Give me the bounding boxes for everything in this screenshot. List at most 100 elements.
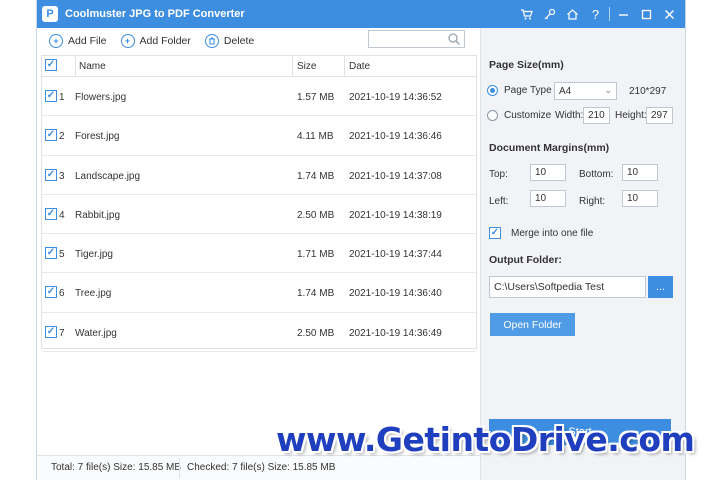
page-type-value: A4 [559, 86, 572, 97]
file-size: 1.74 MB [297, 288, 335, 300]
toolbar: + Add File + Add Folder Delete [37, 28, 477, 54]
page-type-select[interactable]: A4 ⌄ [554, 82, 617, 100]
file-name: Rabbit.jpg [75, 209, 121, 221]
table-row[interactable]: ✓ 7 Water.jpg 2.50 MB 2021-10-19 14:36:4… [42, 313, 476, 353]
column-header-size[interactable]: Size [297, 61, 316, 72]
title-bar: P Coolmuster JPG to PDF Converter ? [37, 0, 685, 28]
output-path-field[interactable]: C:\Users\Softpedia Test [489, 276, 646, 298]
home-icon[interactable] [561, 0, 584, 28]
table-row[interactable]: ✓ 5 Tiger.jpg 1.71 MB 2021-10-19 14:37:4… [42, 234, 476, 274]
open-folder-button[interactable]: Open Folder [490, 313, 575, 336]
chevron-down-icon: ⌄ [604, 85, 612, 95]
file-date: 2021-10-19 14:36:46 [349, 131, 442, 143]
right-margin-field[interactable]: 10 [622, 190, 658, 207]
column-divider [344, 56, 345, 76]
row-number: 4 [59, 209, 65, 221]
width-field[interactable]: 210 [583, 107, 610, 124]
page-type-dims: 210*297 [629, 86, 667, 97]
add-folder-button[interactable]: + Add Folder [120, 34, 191, 48]
search-input[interactable] [368, 30, 465, 48]
row-checkbox[interactable]: ✓ [45, 325, 57, 338]
column-divider [292, 56, 293, 76]
file-date: 2021-10-19 14:36:49 [349, 327, 442, 339]
row-checkbox[interactable]: ✓ [45, 247, 57, 260]
settings-panel: Page Size(mm) Page Type A4 ⌄ 210*297 Cus… [480, 28, 685, 480]
title-separator [609, 7, 610, 21]
file-date: 2021-10-19 14:36:52 [349, 92, 442, 103]
column-header-date[interactable]: Date [349, 61, 370, 72]
add-file-label: Add File [68, 35, 107, 47]
browse-button[interactable]: ... [648, 276, 673, 298]
add-file-icon: + [49, 34, 63, 48]
file-name: Forest.jpg [75, 131, 120, 143]
delete-label: Delete [223, 35, 255, 47]
customize-label: Customize [504, 110, 552, 121]
merge-label: Merge into one file [511, 228, 594, 239]
row-number: 2 [59, 131, 65, 143]
add-folder-icon: + [120, 34, 135, 48]
select-all-checkbox[interactable]: ✓ [45, 59, 57, 71]
file-date: 2021-10-19 14:37:44 [349, 249, 442, 261]
search-icon[interactable] [447, 32, 461, 46]
file-size: 1.74 MB [297, 170, 335, 182]
merge-checkbox[interactable]: ✓ [489, 227, 501, 239]
watermark-text: www.GetintoDrive.com [276, 420, 695, 459]
cart-icon[interactable] [515, 0, 538, 28]
file-name: Landscape.jpg [75, 170, 141, 182]
bottom-label: Bottom: [579, 169, 614, 180]
minimize-icon[interactable] [612, 0, 635, 28]
customize-radio[interactable] [487, 110, 498, 121]
app-logo-icon: P [42, 6, 58, 22]
bottom-margin-field[interactable]: 10 [622, 164, 658, 181]
row-number: 7 [59, 327, 65, 339]
status-divider [179, 458, 180, 478]
close-icon[interactable] [658, 0, 681, 28]
file-name: Flowers.jpg [75, 92, 127, 103]
column-header-name[interactable]: Name [79, 61, 106, 72]
column-divider [75, 56, 76, 76]
table-row[interactable]: ✓ 4 Rabbit.jpg 2.50 MB 2021-10-19 14:38:… [42, 195, 476, 235]
file-size: 4.11 MB [297, 131, 334, 143]
file-date: 2021-10-19 14:37:08 [349, 170, 442, 182]
row-checkbox[interactable]: ✓ [45, 207, 57, 220]
file-list: ✓ Name Size Date ✓ 1 Flowers.jpg 1.57 MB… [41, 55, 477, 353]
top-margin-field[interactable]: 10 [530, 164, 566, 181]
row-number: 5 [59, 249, 65, 261]
row-checkbox[interactable]: ✓ [45, 168, 57, 181]
add-folder-label: Add Folder [139, 35, 191, 47]
file-size: 2.50 MB [297, 209, 335, 221]
file-name: Tiger.jpg [75, 249, 113, 261]
add-file-button[interactable]: + Add File [49, 34, 107, 48]
delete-button[interactable]: Delete [204, 34, 255, 48]
table-row[interactable]: ✓ 3 Landscape.jpg 1.74 MB 2021-10-19 14:… [42, 156, 476, 195]
row-checkbox[interactable]: ✓ [45, 90, 57, 102]
maximize-icon[interactable] [635, 0, 658, 28]
table-row[interactable]: ✓ 2 Forest.jpg 4.11 MB 2021-10-19 14:36:… [42, 116, 476, 156]
left-margin-field[interactable]: 10 [530, 190, 566, 207]
right-label: Right: [579, 196, 606, 207]
key-icon[interactable] [538, 0, 561, 28]
file-size: 1.71 MB [297, 249, 335, 261]
row-number: 1 [59, 92, 65, 103]
page-type-label: Page Type [504, 85, 552, 96]
page-size-title: Page Size(mm) [489, 59, 564, 71]
margins-title: Document Margins(mm) [489, 142, 610, 154]
file-name: Tree.jpg [75, 288, 112, 300]
row-checkbox[interactable]: ✓ [45, 129, 57, 142]
top-label: Top: [489, 169, 508, 180]
list-rows: ✓ 1 Flowers.jpg 1.57 MB 2021-10-19 14:36… [42, 77, 476, 353]
page-type-radio[interactable] [487, 85, 498, 96]
help-icon[interactable]: ? [584, 0, 607, 28]
file-size: 1.57 MB [297, 92, 335, 103]
file-size: 2.50 MB [297, 327, 335, 339]
table-row[interactable]: ✓ 6 Tree.jpg 1.74 MB 2021-10-19 14:36:40 [42, 273, 476, 313]
status-total: Total: 7 file(s) Size: 15.85 MB [51, 462, 182, 473]
file-date: 2021-10-19 14:38:19 [349, 209, 442, 221]
table-row[interactable]: ✓ 1 Flowers.jpg 1.57 MB 2021-10-19 14:36… [42, 77, 476, 117]
file-name: Water.jpg [75, 327, 117, 339]
row-checkbox[interactable]: ✓ [45, 286, 57, 299]
row-number: 6 [59, 288, 65, 300]
height-field[interactable]: 297 [646, 107, 673, 124]
list-header: ✓ Name Size Date [42, 56, 476, 77]
left-label: Left: [489, 196, 509, 207]
